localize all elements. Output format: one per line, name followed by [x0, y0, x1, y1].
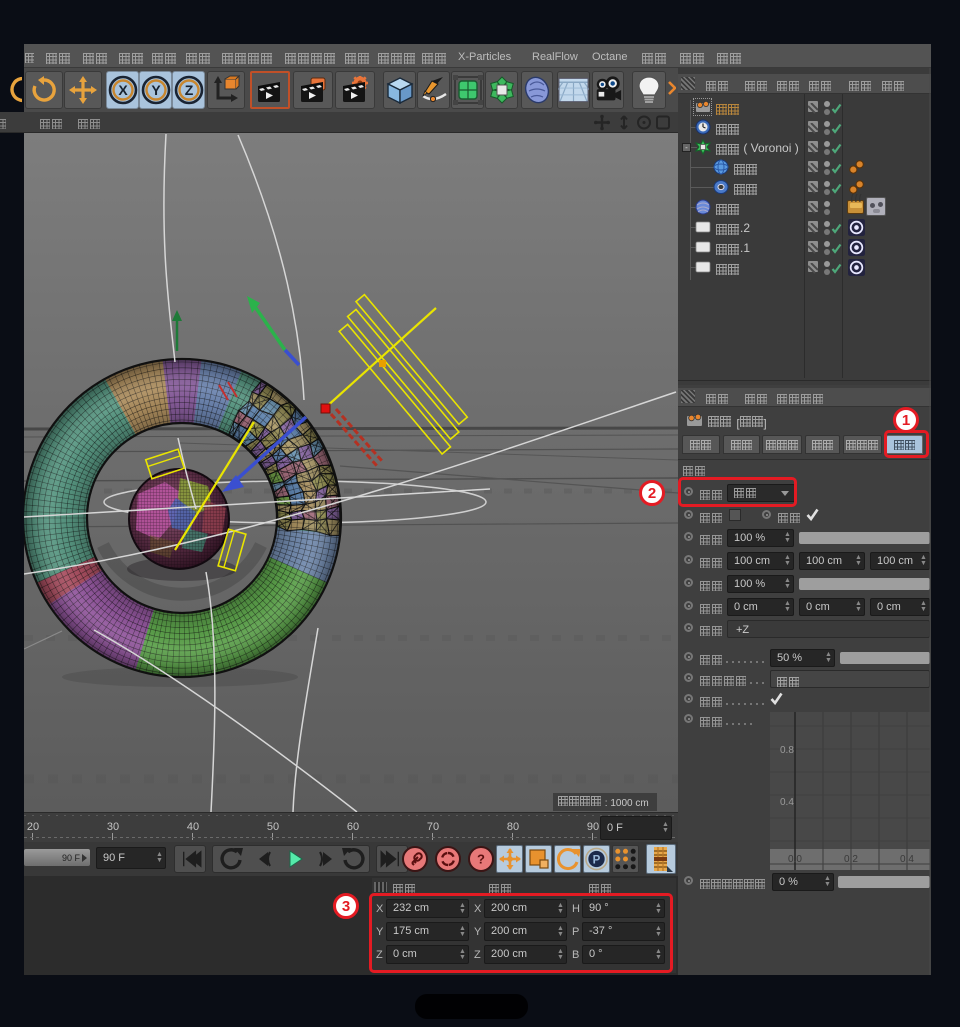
svg-text:X: X [118, 82, 128, 98]
svg-text:Y: Y [151, 82, 161, 98]
svg-text:0.8: 0.8 [780, 745, 794, 756]
svg-text:0.4: 0.4 [900, 854, 914, 865]
svg-text:0.4: 0.4 [780, 797, 794, 808]
svg-text:?: ? [477, 852, 485, 867]
svg-text:0.0: 0.0 [788, 854, 802, 865]
svg-text:0.2: 0.2 [844, 854, 858, 865]
svg-text:P: P [593, 854, 601, 866]
svg-text:Z: Z [184, 82, 193, 98]
